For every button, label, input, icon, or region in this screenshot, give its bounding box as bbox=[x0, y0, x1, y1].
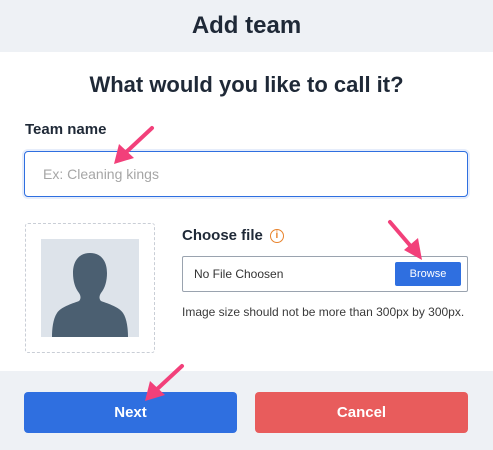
dialog-header: Add team bbox=[0, 0, 493, 52]
file-status-text: No File Choosen bbox=[194, 267, 284, 281]
dialog-footer: Next Cancel bbox=[0, 371, 493, 450]
team-name-input[interactable] bbox=[24, 151, 468, 197]
image-size-hint: Image size should not be more than 300px… bbox=[182, 305, 465, 319]
avatar-dropzone[interactable] bbox=[25, 223, 155, 353]
browse-button[interactable]: Browse bbox=[395, 262, 461, 286]
form-question: What would you like to call it? bbox=[89, 72, 404, 97]
next-button[interactable]: Next bbox=[24, 392, 237, 433]
choose-file-label: Choose file i bbox=[182, 227, 284, 244]
dialog-title: Add team bbox=[191, 12, 302, 39]
cancel-button[interactable]: Cancel bbox=[255, 392, 468, 433]
choose-file-text: Choose file bbox=[182, 227, 263, 244]
person-silhouette-icon bbox=[41, 239, 139, 337]
info-icon[interactable]: i bbox=[269, 228, 284, 243]
team-name-label: Team name bbox=[25, 121, 107, 138]
avatar-placeholder bbox=[41, 239, 139, 337]
file-picker[interactable]: No File Choosen Browse bbox=[182, 256, 468, 292]
